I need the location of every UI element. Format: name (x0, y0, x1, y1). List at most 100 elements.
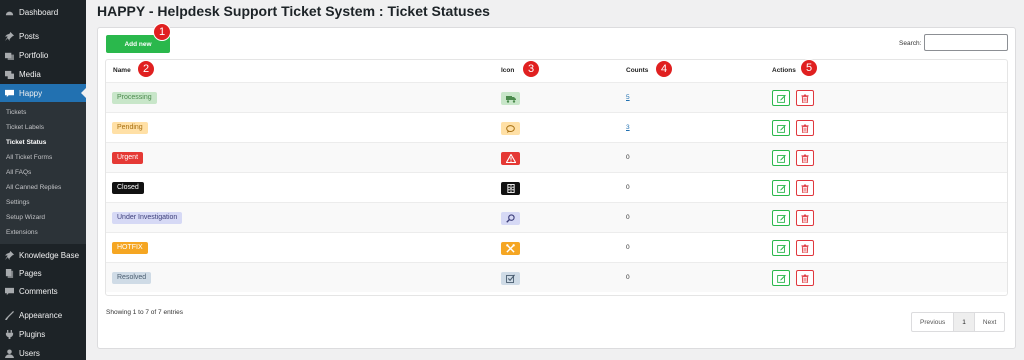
table-row: Pending 3 (106, 112, 1007, 142)
menu-item-appearance[interactable]: Appearance (0, 306, 86, 324)
chat-icon (5, 89, 14, 98)
edit-icon (776, 214, 786, 223)
delete-button[interactable] (796, 180, 814, 196)
edit-icon (776, 244, 786, 253)
trash-icon (801, 243, 809, 253)
menu-item-posts[interactable]: Posts (0, 27, 86, 45)
warning-icon (501, 152, 520, 165)
menu-item-users[interactable]: Users (0, 344, 86, 360)
edit-icon (776, 274, 786, 283)
ticket-status-panel: Add new Search: Name Icon Counts Actions… (97, 27, 1016, 349)
table-info: Showing 1 to 7 of 7 entries (106, 309, 183, 316)
menu-item-comments[interactable]: Comments (0, 282, 86, 300)
edit-icon (776, 184, 786, 193)
menu-item-label: Happy (19, 88, 43, 98)
edit-icon (776, 154, 786, 163)
media-icon (5, 70, 14, 79)
happy-submenu: Tickets Ticket Labels Ticket Status All … (0, 102, 86, 244)
pagination-page[interactable]: 1 (953, 313, 975, 331)
menu-item-label: Knowledge Base (19, 250, 80, 260)
search-label: Search: (899, 40, 922, 47)
menu-item-knowledge-base[interactable]: Knowledge Base (0, 246, 86, 264)
table-row: Resolved 0 (106, 262, 1007, 292)
callout-marker: 4 (655, 60, 673, 78)
comment-icon (5, 287, 14, 296)
status-count-link[interactable]: 5 (626, 94, 630, 101)
admin-sidebar: Dashboard Posts Portfolio Media Happy Ti… (0, 0, 86, 360)
checkbox-icon (501, 272, 520, 285)
status-count: 0 (626, 214, 630, 221)
table-row: Processing 5 (106, 82, 1007, 112)
trash-icon (801, 213, 809, 223)
tools-icon (501, 242, 520, 255)
menu-item-label: Dashboard (19, 7, 59, 17)
menu-item-happy[interactable]: Happy (0, 84, 86, 102)
menu-item-label: Comments (19, 286, 58, 296)
page-icon (5, 268, 14, 278)
table-row: Closed 0 (106, 172, 1007, 202)
submenu-all-canned-replies[interactable]: All Canned Replies (6, 184, 61, 191)
pin-icon (5, 31, 14, 41)
edit-button[interactable] (772, 90, 790, 106)
delete-button[interactable] (796, 90, 814, 106)
menu-item-label: Appearance (19, 310, 63, 320)
submenu-all-faqs[interactable]: All FAQs (6, 169, 31, 176)
status-badge: Processing (112, 92, 157, 104)
pagination-previous[interactable]: Previous (912, 313, 953, 331)
submenu-settings[interactable]: Settings (6, 199, 30, 206)
status-badge: Pending (112, 122, 148, 134)
pagination: Previous 1 Next (911, 312, 1006, 332)
delete-button[interactable] (796, 240, 814, 256)
delete-button[interactable] (796, 210, 814, 226)
plug-icon (5, 329, 14, 339)
status-badge: HOTFIX (112, 242, 148, 254)
menu-item-plugins[interactable]: Plugins (0, 325, 86, 343)
dashboard-icon (5, 8, 14, 17)
delete-button[interactable] (796, 120, 814, 136)
status-table: Name Icon Counts Actions Processing 5 Pe… (105, 59, 1008, 296)
column-header-icon[interactable]: Icon (501, 67, 514, 74)
menu-item-label: Users (19, 348, 40, 358)
menu-item-label: Portfolio (19, 50, 49, 60)
edit-button[interactable] (772, 240, 790, 256)
submenu-setup-wizard[interactable]: Setup Wizard (6, 214, 45, 221)
edit-icon (776, 124, 786, 133)
pagination-next[interactable]: Next (975, 313, 1004, 331)
speech-bubble-icon (501, 122, 520, 135)
edit-button[interactable] (772, 210, 790, 226)
search-input[interactable] (924, 34, 1008, 51)
submenu-ticket-labels[interactable]: Ticket Labels (6, 124, 44, 131)
edit-button[interactable] (772, 270, 790, 286)
menu-item-portfolio[interactable]: Portfolio (0, 46, 86, 64)
callout-marker: 1 (153, 23, 171, 41)
column-header-actions: Actions (772, 67, 796, 74)
edit-button[interactable] (772, 150, 790, 166)
brush-icon (5, 310, 14, 320)
menu-item-label: Plugins (19, 329, 46, 339)
column-header-name[interactable]: Name (113, 67, 131, 74)
trash-icon (801, 273, 809, 283)
menu-item-pages[interactable]: Pages (0, 264, 86, 282)
status-count: 0 (626, 244, 630, 251)
menu-item-dashboard[interactable]: Dashboard (0, 3, 86, 21)
table-row: HOTFIX 0 (106, 232, 1007, 262)
submenu-all-ticket-forms[interactable]: All Ticket Forms (6, 154, 52, 161)
user-icon (5, 348, 14, 358)
delete-button[interactable] (796, 150, 814, 166)
submenu-extensions[interactable]: Extensions (6, 229, 38, 236)
status-count-link[interactable]: 3 (626, 124, 630, 131)
edit-button[interactable] (772, 180, 790, 196)
menu-item-media[interactable]: Media (0, 65, 86, 83)
menu-item-label: Posts (19, 31, 40, 41)
delete-button[interactable] (796, 270, 814, 286)
archive-icon (501, 182, 520, 195)
submenu-tickets[interactable]: Tickets (6, 109, 26, 116)
trash-icon (801, 183, 809, 193)
edit-button[interactable] (772, 120, 790, 136)
menu-item-label: Pages (19, 268, 42, 278)
submenu-ticket-status[interactable]: Ticket Status (6, 139, 46, 146)
table-row: Urgent 0 (106, 142, 1007, 172)
page-title: HAPPY - Helpdesk Support Ticket System :… (97, 3, 490, 19)
column-header-counts[interactable]: Counts (626, 67, 648, 74)
status-badge: Urgent (112, 152, 144, 164)
